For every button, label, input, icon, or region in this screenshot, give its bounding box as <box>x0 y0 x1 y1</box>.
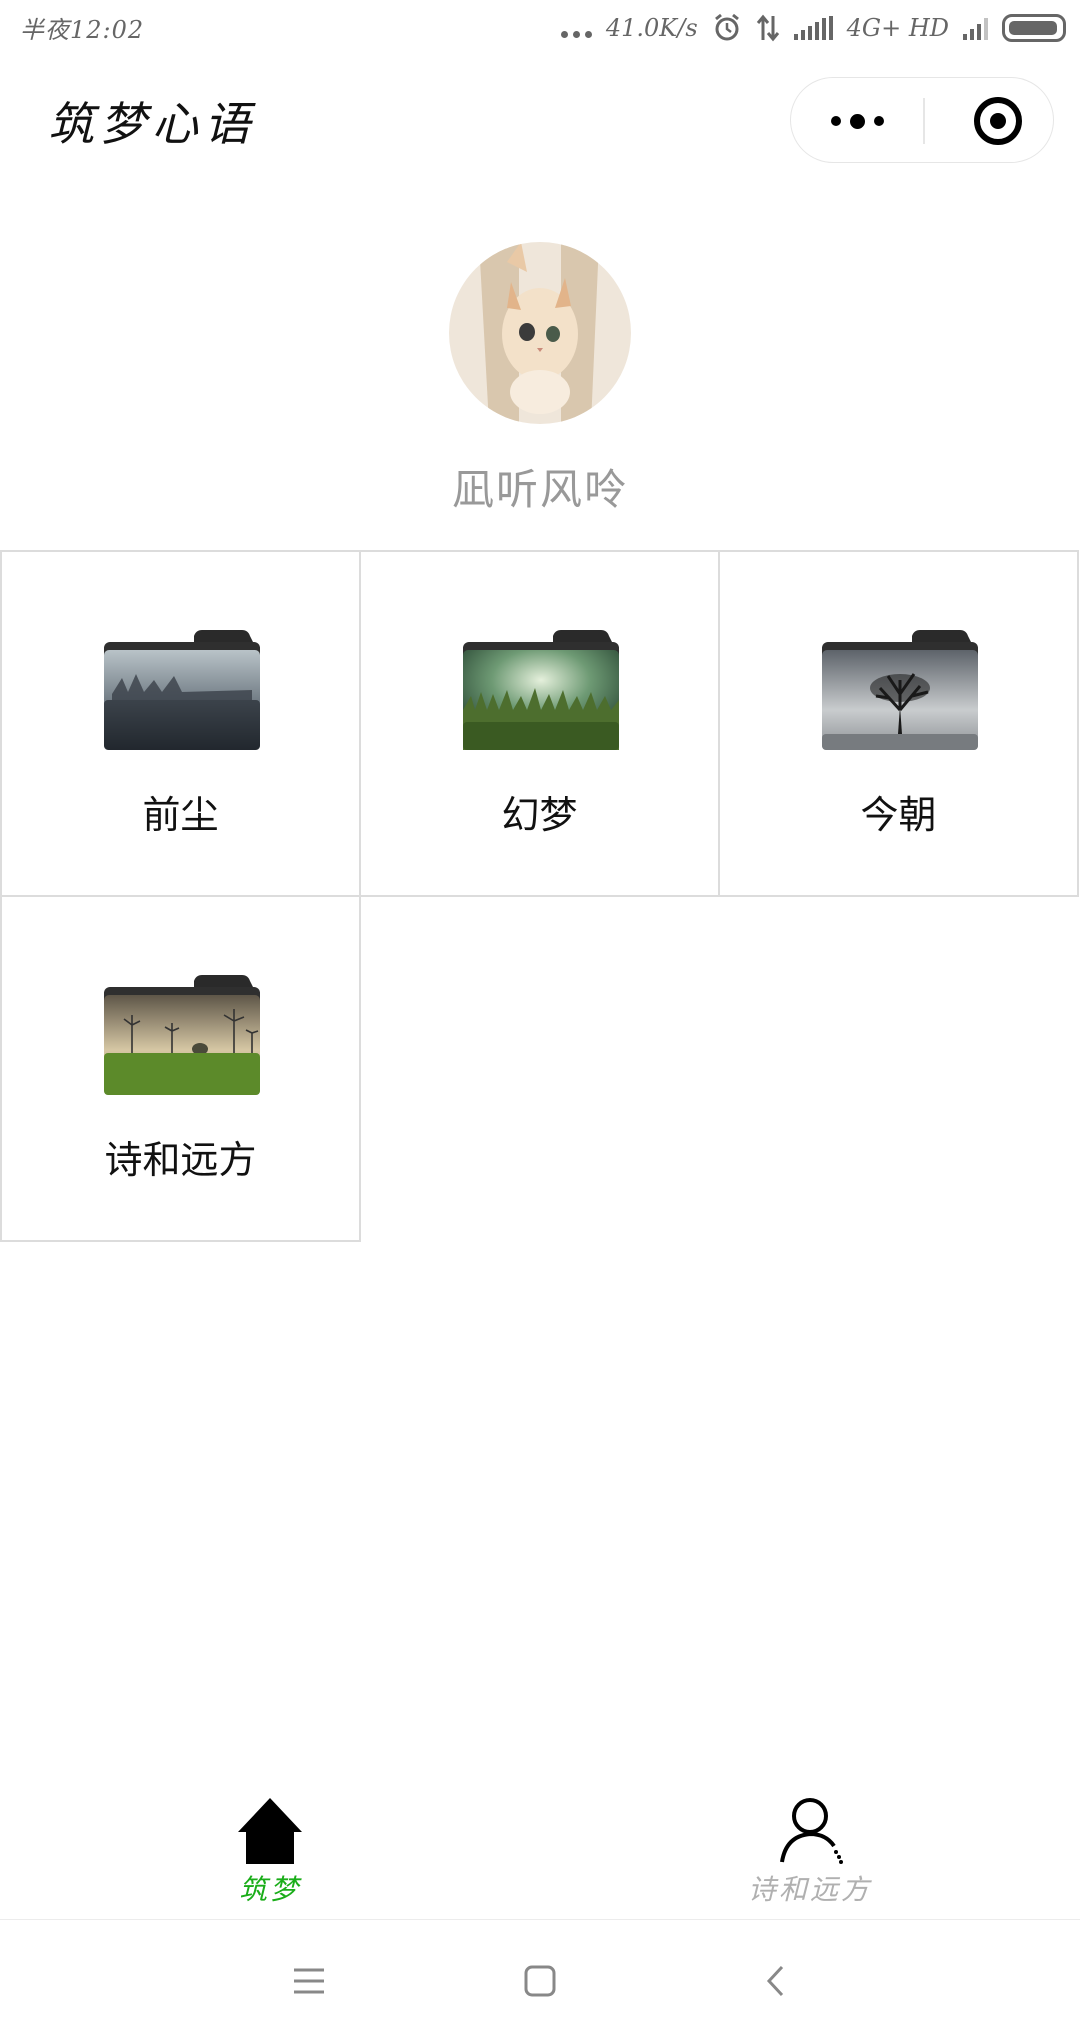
username: 凪听风呤 <box>451 465 628 514</box>
capsule-divider <box>923 98 925 144</box>
folder-label: 诗和远方 <box>104 1138 257 1182</box>
status-time: 半夜12:02 <box>20 16 145 44</box>
folder-item-shihe-yuanfang[interactable]: 诗和远方 <box>0 895 361 1242</box>
network-type: 4G+ HD <box>846 14 949 42</box>
back-nav-button[interactable] <box>744 1949 808 2013</box>
folder-green-field-icon <box>463 630 619 750</box>
home-icon <box>238 1798 302 1864</box>
signal-secondary-icon <box>963 16 988 40</box>
tab-label: 诗和远方 <box>747 1873 872 1906</box>
nav-header: 筑梦心语 <box>0 56 1080 184</box>
folder-wind-turbines-icon <box>104 975 260 1095</box>
menu-capsule <box>790 77 1054 163</box>
folder-item-qianchen[interactable]: 前尘 <box>0 550 361 897</box>
tab-shihe-yuanfang[interactable]: 诗和远方 <box>710 1780 910 1920</box>
back-chevron-icon <box>766 1965 784 1997</box>
folder-lone-tree-icon <box>822 630 978 750</box>
menu-lines-icon <box>294 1968 324 1994</box>
signal-icon <box>793 16 833 40</box>
notification-dots-icon <box>560 18 592 38</box>
network-speed: 41.0K/s <box>605 14 698 42</box>
page-title: 筑梦心语 <box>48 97 256 151</box>
tab-bar: 筑梦 诗和远方 <box>0 1780 1080 1920</box>
kitten-avatar-image <box>449 242 631 424</box>
battery-icon <box>1002 14 1066 42</box>
square-home-icon <box>524 1965 556 1997</box>
home-nav-button[interactable] <box>508 1949 572 2013</box>
folder-item-huanmeng[interactable]: 幻梦 <box>359 550 720 897</box>
more-dots-icon[interactable] <box>791 78 923 164</box>
status-indicators: 41.0K/s 4G+ HD <box>560 8 1066 48</box>
folder-misty-lake-icon <box>104 630 260 750</box>
status-bar: 半夜12:02 41.0K/s 4G+ HD <box>0 0 1080 56</box>
tab-zhumeng[interactable]: 筑梦 <box>170 1780 370 1920</box>
data-transfer-icon <box>756 14 779 42</box>
folder-label: 前尘 <box>142 793 219 837</box>
menu-nav-button[interactable] <box>277 1949 341 2013</box>
folder-item-jinzhao[interactable]: 今朝 <box>718 550 1079 897</box>
tab-label: 筑梦 <box>238 1873 301 1906</box>
close-miniprogram-button[interactable] <box>941 78 1055 164</box>
folder-label: 幻梦 <box>501 793 578 837</box>
system-nav-bar <box>0 1921 1080 2040</box>
alarm-icon <box>714 13 739 41</box>
target-circle-icon <box>974 97 1022 145</box>
user-icon <box>780 1798 843 1864</box>
folder-label: 今朝 <box>860 793 937 837</box>
avatar[interactable] <box>449 242 631 424</box>
